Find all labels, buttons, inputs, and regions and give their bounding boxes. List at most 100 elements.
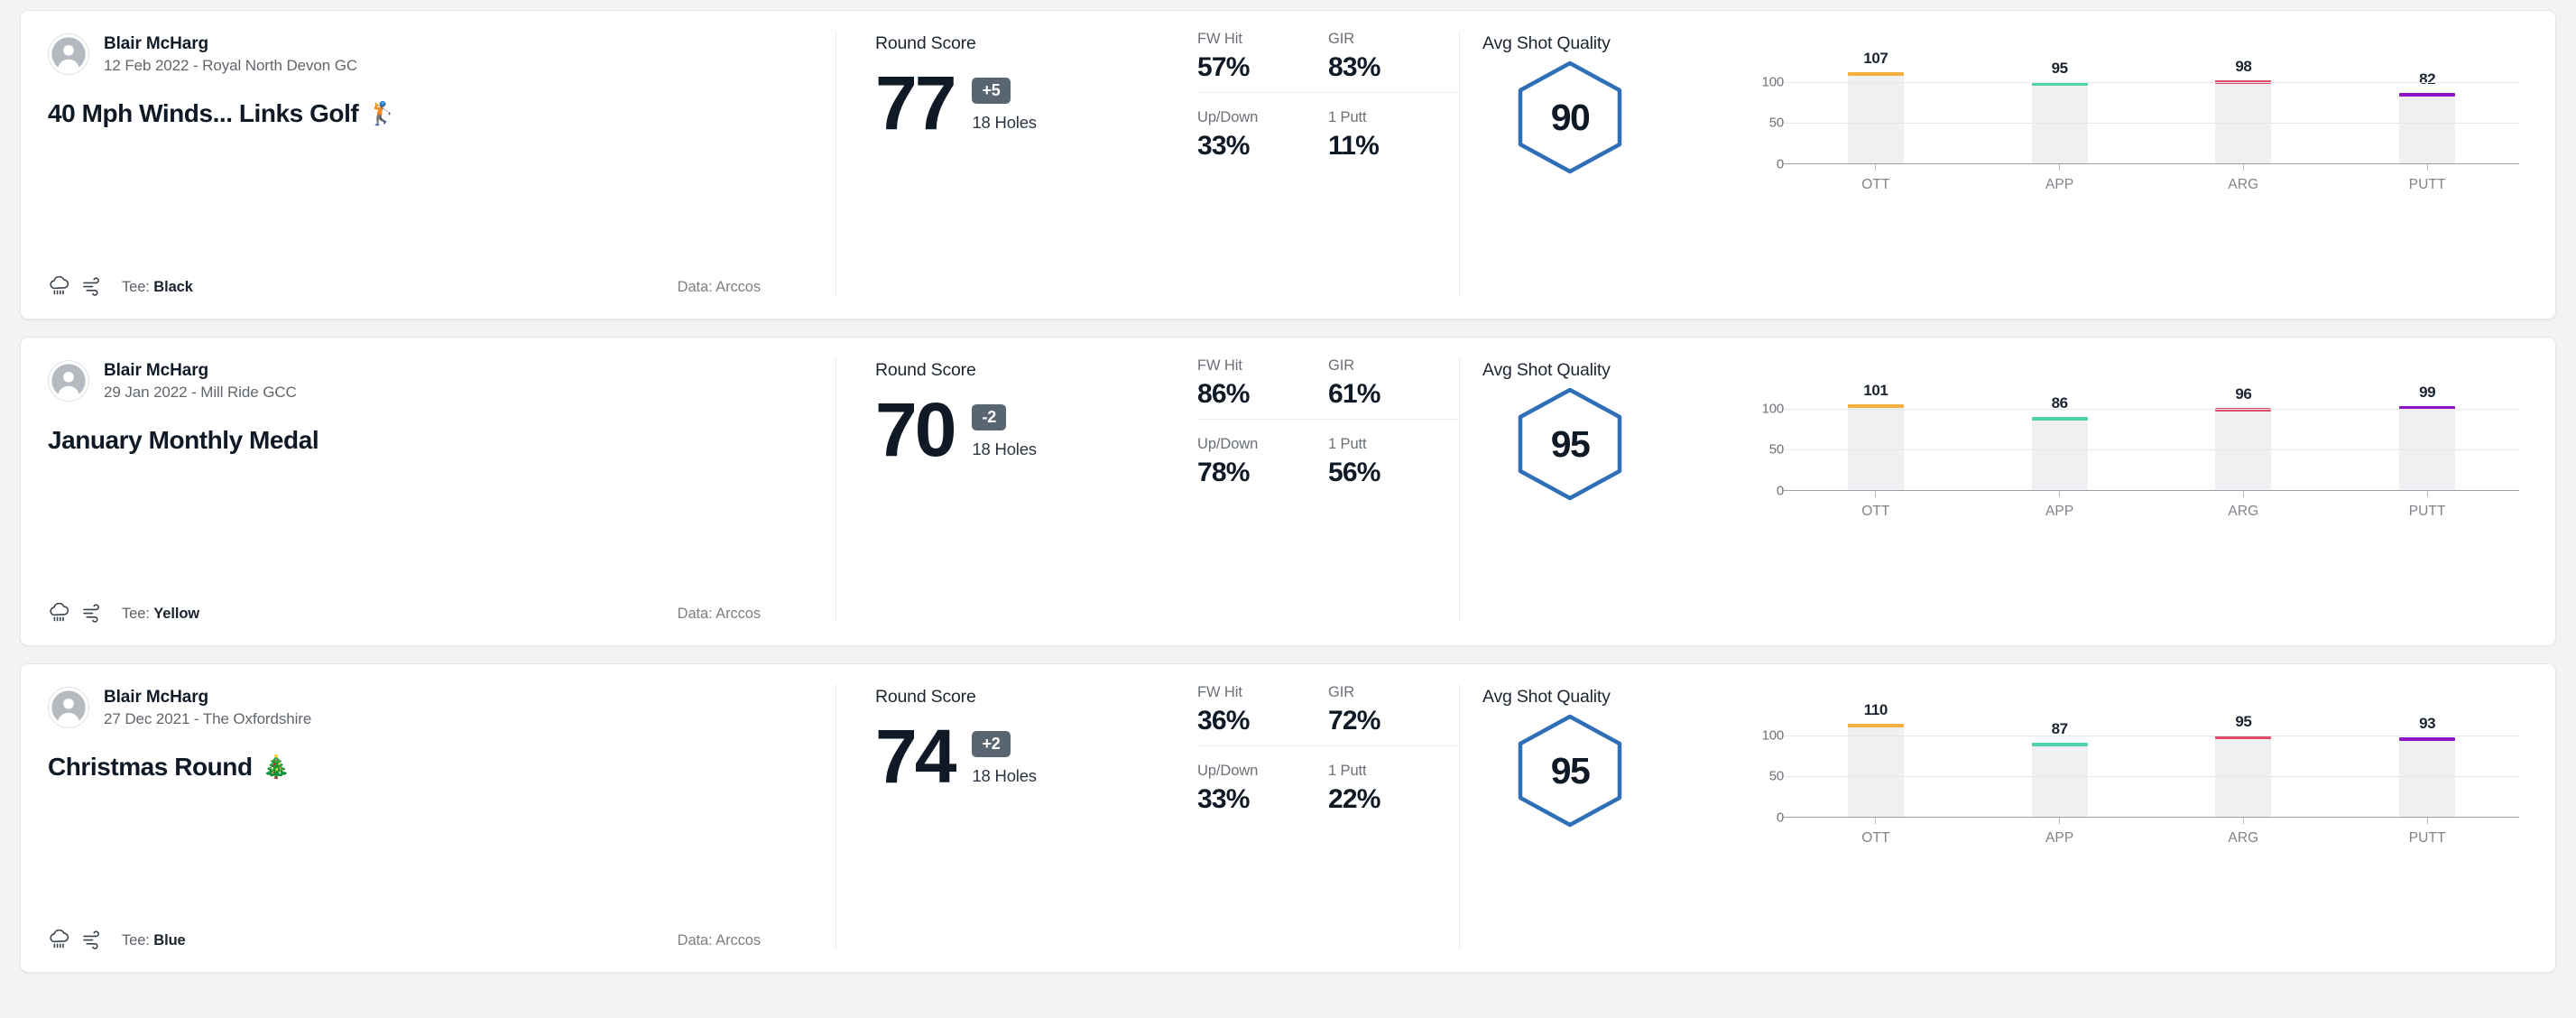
score-value: 70 bbox=[875, 387, 956, 472]
chart-x-axis: OTT APP ARG PUTT bbox=[1784, 164, 2519, 193]
chart-x-tick-ott: OTT bbox=[1784, 818, 1968, 847]
chart-tick-mark bbox=[2426, 491, 2428, 497]
round-date-course: 29 Jan 2022 - Mill Ride GCC bbox=[104, 383, 297, 401]
quality-hexagon: 95 bbox=[1515, 386, 1625, 502]
stat-fw-hit: FW Hit 36% bbox=[1197, 684, 1328, 735]
chart-bar-column-putt[interactable]: 93 bbox=[2335, 715, 2519, 817]
chart-bar-column-ott[interactable]: 101 bbox=[1784, 382, 1968, 490]
chart-tick-mark bbox=[2242, 491, 2244, 497]
chart-bar bbox=[1847, 72, 1904, 163]
to-par-badge: +5 bbox=[972, 78, 1011, 105]
to-par-badge: +2 bbox=[972, 731, 1011, 758]
round-title[interactable]: January Monthly Medal bbox=[48, 426, 808, 455]
chart-tick-mark bbox=[1875, 164, 1877, 171]
round-card-3[interactable]: Blair McHarg 27 Dec 2021 - The Oxfordshi… bbox=[20, 663, 2556, 973]
chart-bar-value: 107 bbox=[1863, 50, 1888, 68]
round-score-section: Round Score 70 -2 18 Holes bbox=[836, 338, 1197, 645]
avatar[interactable] bbox=[48, 687, 89, 728]
chart-bar-column-arg[interactable]: 95 bbox=[2152, 713, 2336, 817]
chart-bar bbox=[2399, 737, 2456, 817]
stat-one-putt: 1 Putt 22% bbox=[1328, 745, 1459, 813]
avatar[interactable] bbox=[48, 33, 89, 75]
stat-label: 1 Putt bbox=[1328, 763, 1367, 779]
stat-label: GIR bbox=[1328, 31, 1355, 47]
round-title-text: 40 Mph Winds... Links Golf bbox=[48, 99, 359, 127]
chart-bar-column-ott[interactable]: 110 bbox=[1784, 701, 1968, 817]
round-card-1[interactable]: Blair McHarg 12 Feb 2022 - Royal North D… bbox=[20, 10, 2556, 319]
holes-played: 18 Holes bbox=[972, 440, 1037, 459]
round-meta-section: Blair McHarg 27 Dec 2021 - The Oxfordshi… bbox=[21, 664, 836, 972]
chart-x-label: ARG bbox=[2228, 830, 2259, 846]
chart-x-label: OTT bbox=[1861, 830, 1890, 846]
chart-plot-area: 107 95 98 82 bbox=[1784, 50, 2519, 164]
chart-bar-column-arg[interactable]: 96 bbox=[2152, 385, 2336, 490]
chart-bar-value: 93 bbox=[2419, 715, 2436, 733]
data-source: Data: Arccos bbox=[677, 605, 761, 622]
round-title[interactable]: Christmas Round 🎄 bbox=[48, 753, 808, 782]
tee-value: Blue bbox=[153, 931, 186, 949]
round-title-emoji: 🏌️ bbox=[368, 100, 396, 126]
chart-y-tick: 100 bbox=[1761, 727, 1785, 744]
chart-bar-column-app[interactable]: 86 bbox=[1968, 388, 2152, 490]
chart-bar-column-putt[interactable]: 99 bbox=[2335, 384, 2519, 490]
chart-bar-cap bbox=[1847, 403, 1904, 408]
chart-y-tick: 50 bbox=[1768, 768, 1785, 784]
chart-x-label: APP bbox=[2045, 177, 2074, 192]
stat-value: 22% bbox=[1328, 784, 1380, 814]
chart-y-tick: 0 bbox=[1776, 810, 1784, 826]
stat-one-putt: 1 Putt 56% bbox=[1328, 419, 1459, 486]
round-score-section: Round Score 74 +2 18 Holes bbox=[836, 664, 1197, 972]
chart-tick-mark bbox=[1875, 491, 1877, 497]
round-card-2[interactable]: Blair McHarg 29 Jan 2022 - Mill Ride GCC… bbox=[20, 337, 2556, 646]
chart-bar-column-ott[interactable]: 107 bbox=[1784, 50, 1968, 163]
chart-bars: 101 86 96 99 bbox=[1784, 382, 2519, 490]
chart-bar-cap bbox=[1847, 723, 1904, 727]
player-identity[interactable]: Blair McHarg 29 Jan 2022 - Mill Ride GCC bbox=[48, 360, 808, 402]
stat-label: Up/Down bbox=[1197, 763, 1259, 779]
chart-x-label: PUTT bbox=[2408, 504, 2446, 519]
stat-label: GIR bbox=[1328, 357, 1355, 374]
identity-text: Blair McHarg 29 Jan 2022 - Mill Ride GCC bbox=[104, 361, 297, 402]
chart-tick-mark bbox=[2426, 818, 2428, 824]
chart-bar-cap bbox=[1847, 72, 1904, 77]
chart-y-axis: 100 50 0 bbox=[1753, 61, 1785, 171]
holes-played: 18 Holes bbox=[972, 766, 1037, 786]
avg-shot-quality-value: 95 bbox=[1550, 422, 1591, 465]
chart-bar bbox=[2215, 736, 2272, 817]
chart-x-tick-ott: OTT bbox=[1784, 164, 1968, 193]
round-footer: Tee: Yellow Data: Arccos bbox=[48, 603, 808, 625]
chart-bar-cap bbox=[2399, 93, 2456, 97]
identity-text: Blair McHarg 12 Feb 2022 - Royal North D… bbox=[104, 34, 357, 75]
chart-bar-value: 95 bbox=[2235, 713, 2252, 731]
tee-value: Yellow bbox=[153, 605, 200, 622]
player-identity[interactable]: Blair McHarg 12 Feb 2022 - Royal North D… bbox=[48, 33, 808, 75]
user-avatar-icon bbox=[51, 37, 86, 71]
score-side: +5 18 Holes bbox=[972, 78, 1037, 138]
chart-bar-column-app[interactable]: 87 bbox=[1968, 715, 2152, 817]
chart-plot: 101 86 96 99 OTT APP ARG PUTT bbox=[1784, 382, 2519, 520]
chart-x-tick-app: APP bbox=[1968, 164, 2152, 193]
chart-y-tick: 100 bbox=[1761, 401, 1785, 417]
stat-value: 56% bbox=[1328, 458, 1380, 487]
chart-bar-column-arg[interactable]: 98 bbox=[2152, 57, 2336, 163]
chart-bar-cap bbox=[2031, 416, 2088, 421]
score-row: 70 -2 18 Holes bbox=[875, 387, 1197, 472]
chart-bar bbox=[1847, 403, 1904, 490]
avatar[interactable] bbox=[48, 360, 89, 402]
chart-gridline bbox=[1784, 776, 2519, 778]
round-title-text: January Monthly Medal bbox=[48, 426, 319, 454]
round-date-course: 12 Feb 2022 - Royal North Devon GC bbox=[104, 56, 358, 74]
chart-tick-mark bbox=[2426, 164, 2428, 171]
score-row: 74 +2 18 Holes bbox=[875, 714, 1197, 799]
chart-bar-column-putt[interactable]: 82 bbox=[2335, 61, 2519, 163]
chart-bar-column-app[interactable]: 95 bbox=[1968, 60, 2152, 163]
chart-bar-value: 98 bbox=[2235, 57, 2252, 75]
chart-y-tick: 100 bbox=[1761, 74, 1785, 90]
player-identity[interactable]: Blair McHarg 27 Dec 2021 - The Oxfordshi… bbox=[48, 687, 808, 728]
tee-info: Tee: Black bbox=[122, 279, 193, 296]
chart-bar-value: 110 bbox=[1863, 700, 1888, 718]
score-value: 74 bbox=[875, 714, 956, 799]
round-title[interactable]: 40 Mph Winds... Links Golf 🏌️ bbox=[48, 99, 808, 128]
round-score-label: Round Score bbox=[875, 360, 976, 380]
tee-label: Tee: bbox=[122, 278, 154, 295]
